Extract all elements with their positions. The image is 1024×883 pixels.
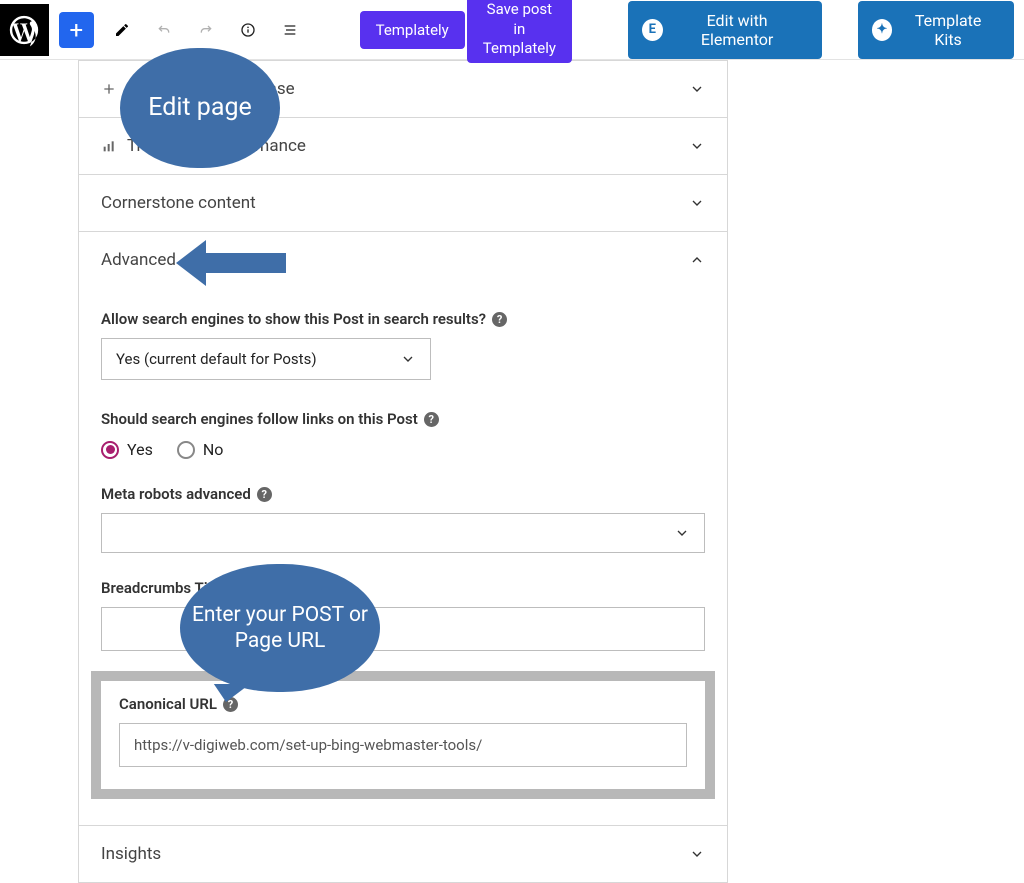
help-icon[interactable]: ?	[424, 412, 439, 427]
section-title: Cornerstone content	[101, 193, 256, 213]
elementor-icon: E	[642, 19, 663, 41]
save-in-templately-button[interactable]: Save post in Templately	[467, 0, 572, 63]
chevron-down-icon	[689, 138, 705, 154]
radio-icon	[101, 441, 119, 459]
section-insights: Insights	[79, 825, 727, 882]
outline-button[interactable]	[276, 16, 304, 44]
chevron-down-icon	[400, 351, 416, 367]
chevron-down-icon	[689, 846, 705, 862]
pencil-icon	[114, 19, 130, 41]
seo-meta-panel: Add related keyphrase Track SEO performa…	[78, 60, 728, 883]
follow-no-radio[interactable]: No	[177, 440, 224, 459]
chevron-down-icon	[689, 81, 705, 97]
callout-arrow	[176, 228, 286, 302]
allow-search-select[interactable]: Yes (current default for Posts)	[101, 338, 431, 380]
follow-links-label: Should search engines follow links on th…	[101, 410, 705, 428]
kits-icon: ✦	[872, 19, 893, 41]
edit-with-elementor-label: Edit with Elementor	[673, 11, 802, 49]
radio-icon	[177, 441, 195, 459]
info-button[interactable]	[234, 16, 262, 44]
meta-robots-select[interactable]	[101, 513, 705, 553]
section-header-cornerstone[interactable]: Cornerstone content	[79, 175, 727, 231]
section-title: Insights	[101, 844, 161, 864]
info-icon	[240, 19, 256, 41]
callout-enter-url: Enter your POST or Page URL	[180, 564, 380, 692]
help-icon[interactable]: ?	[257, 487, 272, 502]
section-title: Advanced	[101, 250, 176, 270]
undo-button[interactable]	[150, 16, 178, 44]
section-advanced: Advanced Allow search engines to show th…	[79, 231, 727, 825]
chart-icon	[101, 138, 117, 154]
callout-edit-page: Edit page	[120, 48, 280, 168]
redo-icon	[198, 19, 214, 41]
select-value: Yes (current default for Posts)	[116, 350, 317, 368]
follow-yes-radio[interactable]: Yes	[101, 440, 153, 459]
radio-label: Yes	[127, 440, 153, 459]
advanced-body: Allow search engines to show this Post i…	[79, 288, 727, 825]
allow-search-label: Allow search engines to show this Post i…	[101, 310, 705, 328]
redo-button[interactable]	[192, 16, 220, 44]
template-kits-label: Template Kits	[902, 11, 994, 49]
edit-with-elementor-button[interactable]: E Edit with Elementor	[628, 1, 822, 59]
wordpress-logo[interactable]	[0, 4, 49, 56]
undo-icon	[156, 19, 172, 41]
wordpress-icon	[7, 13, 41, 47]
outline-icon	[282, 19, 298, 41]
chevron-up-icon	[689, 252, 705, 268]
editor-toolbar: + Templately Save post in Templately E E…	[0, 0, 1024, 60]
template-kits-button[interactable]: ✦ Template Kits	[858, 1, 1014, 59]
canonical-url-input[interactable]: https://v-digiweb.com/set-up-bing-webmas…	[119, 723, 687, 767]
breadcrumbs-label: Breadcrumbs Title ?	[101, 579, 705, 597]
section-cornerstone: Cornerstone content	[79, 174, 727, 231]
help-icon[interactable]: ?	[492, 312, 507, 327]
section-header-insights[interactable]: Insights	[79, 826, 727, 882]
meta-robots-label: Meta robots advanced ?	[101, 485, 705, 503]
templately-button[interactable]: Templately	[360, 11, 465, 49]
chevron-down-icon	[689, 195, 705, 211]
canonical-highlight-frame: Canonical URL ? https://v-digiweb.com/se…	[91, 671, 715, 799]
plus-icon	[101, 81, 117, 97]
plus-icon: +	[69, 18, 83, 42]
radio-label: No	[203, 440, 224, 459]
edit-mode-button[interactable]	[108, 16, 136, 44]
chevron-down-icon	[674, 525, 690, 541]
add-block-button[interactable]: +	[59, 12, 94, 48]
